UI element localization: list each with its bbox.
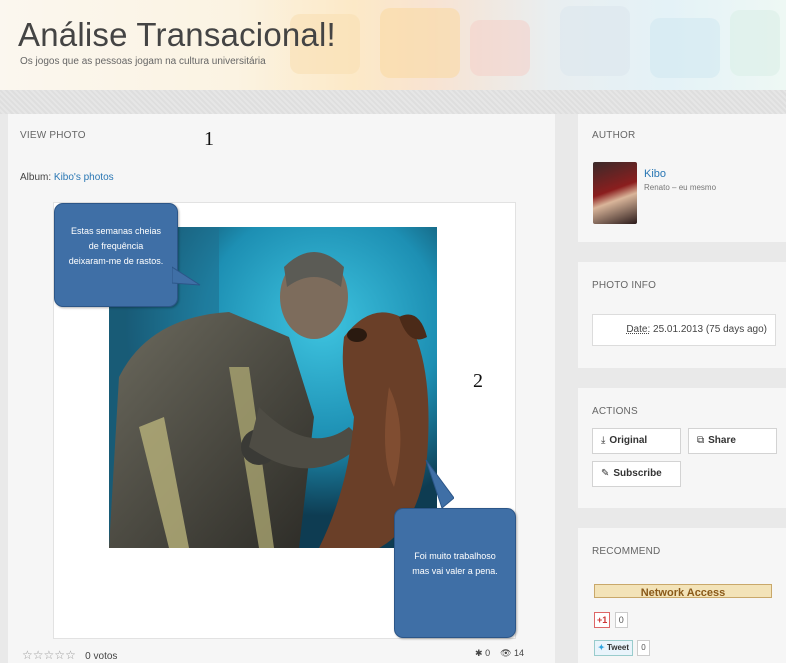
star-icon[interactable]: ☆ [22, 648, 33, 662]
speech-bubble-top: Estas semanas cheias de frequência deixa… [54, 203, 178, 307]
google-plus-button[interactable]: +1 0 [594, 612, 628, 628]
recommend-box: RECOMMEND Network Access +1 0 ✦ Tweet 0 [578, 528, 786, 663]
banner-text: Network Access [640, 587, 726, 598]
speech-bubble-bottom: Foi muito trabalhoso mas vai valer a pen… [394, 508, 516, 638]
avatar[interactable] [593, 162, 637, 224]
author-name-link[interactable]: Kibo [644, 168, 666, 180]
gplus-badge: +1 [594, 612, 611, 628]
gplus-label: +1 [597, 615, 608, 625]
rating: ☆☆☆☆☆ 0 votos [22, 648, 117, 662]
bubble-line: Foi muito trabalhoso [414, 551, 496, 561]
tweet-count: 0 [637, 640, 650, 656]
eye-icon: 👁 [500, 648, 512, 658]
original-label: Original [609, 435, 648, 446]
tag-icon: ✎ [601, 468, 610, 479]
star-icon[interactable]: ☆ [65, 648, 76, 662]
share-label: Share [708, 435, 736, 446]
author-description: Renato – eu mesmo [644, 183, 717, 192]
download-icon: ⤓ [601, 435, 606, 446]
photo-info-label: PHOTO INFO [592, 280, 657, 291]
star-icon[interactable]: ☆ [33, 648, 44, 662]
tweet-badge: ✦ Tweet [594, 640, 634, 656]
bubble-line: de frequência [88, 241, 144, 251]
album-link[interactable]: Kibo's photos [54, 172, 114, 183]
network-access-banner[interactable]: Network Access [594, 584, 772, 598]
header-decoration [380, 8, 460, 78]
header-decoration [560, 6, 630, 76]
header-decoration [650, 18, 720, 78]
site-header: Análise Transacional! Os jogos que as pe… [0, 0, 786, 90]
date-label: Date: [626, 324, 651, 335]
bubble-line: mas vai valer a pena. [412, 566, 498, 576]
site-title[interactable]: Análise Transacional! [18, 16, 336, 54]
photo-card: Estas semanas cheias de frequência deixa… [53, 202, 516, 639]
author-label: AUTHOR [592, 130, 636, 141]
star-icon[interactable]: ☆ [44, 648, 55, 662]
gplus-count: 0 [614, 612, 628, 628]
header-decoration [470, 20, 530, 76]
actions-box: ACTIONS ⤓ Original ⧉ Share ✎ Subscribe [578, 388, 786, 508]
star-icon[interactable]: ☆ [54, 648, 65, 662]
votes-count: 0 votos [85, 651, 118, 662]
header-decoration [730, 10, 780, 76]
original-button[interactable]: ⤓ Original [592, 428, 681, 454]
speech-bubble-top-tail [172, 266, 201, 286]
views-count: 14 [514, 648, 525, 658]
date-value: 25.01.2013 (75 days ago) [653, 324, 767, 335]
recommend-label: RECOMMEND [592, 546, 661, 557]
photo-counters: ✱ 0 👁 14 [475, 648, 524, 659]
tweet-button[interactable]: ✦ Tweet 0 [594, 640, 650, 656]
speech-bubble-bottom-tail [425, 459, 454, 508]
favorite-icon: ✱ [475, 648, 483, 658]
share-icon: ⧉ [697, 435, 705, 446]
album-prefix: Album: [20, 172, 52, 183]
main-panel: VIEW PHOTO Album: Kibo's photos Estas se… [8, 114, 555, 663]
site-subtitle: Os jogos que as pessoas jogam na cultura… [20, 56, 266, 67]
subscribe-button[interactable]: ✎ Subscribe [592, 461, 681, 487]
star-rating[interactable]: ☆☆☆☆☆ [22, 648, 79, 662]
share-button[interactable]: ⧉ Share [688, 428, 777, 454]
actions-label: ACTIONS [592, 406, 638, 417]
bubble-line: deixaram-me de rastos. [68, 256, 164, 266]
bubble-line: Estas semanas cheias [70, 226, 162, 236]
bird-icon: ✦ [598, 643, 605, 652]
tweet-label: Tweet [606, 643, 630, 652]
section-title: VIEW PHOTO [20, 130, 86, 141]
album-line: Album: Kibo's photos [20, 172, 114, 183]
marker-1: 1 [204, 128, 214, 150]
marker-2: 2 [473, 370, 483, 392]
header-stripe [0, 90, 786, 114]
photo-info-box: PHOTO INFO Date: 25.01.2013 (75 days ago… [578, 262, 786, 368]
date-field: Date: 25.01.2013 (75 days ago) [592, 314, 776, 346]
author-box: AUTHOR Kibo Renato – eu mesmo [578, 114, 786, 242]
subscribe-label: Subscribe [613, 468, 662, 479]
favorites-count: 0 [485, 648, 491, 658]
